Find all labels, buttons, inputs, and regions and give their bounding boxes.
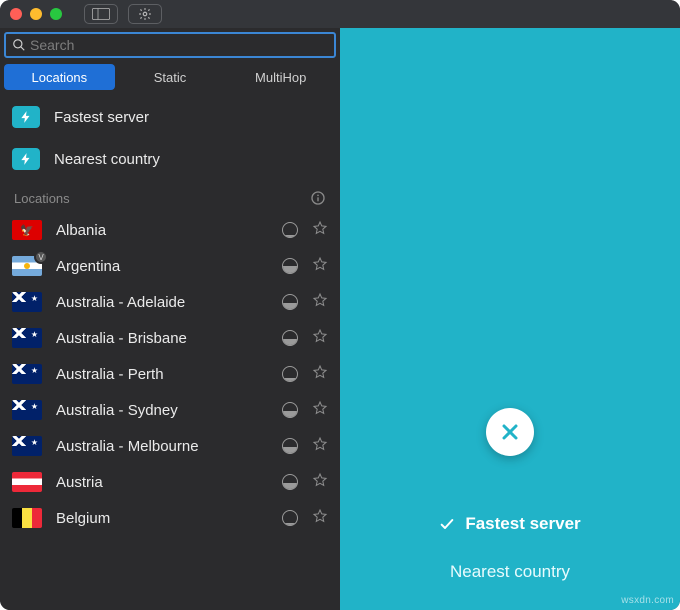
tab-label: Locations	[32, 70, 88, 85]
favorite-star-icon[interactable]	[312, 400, 328, 420]
location-actions	[282, 436, 328, 456]
quick-nearest-country[interactable]: Nearest country	[0, 138, 340, 180]
location-row[interactable]: V Argentina	[0, 248, 340, 284]
watermark: wsxdn.com	[621, 595, 674, 606]
location-row[interactable]: Australia - Adelaide	[0, 284, 340, 320]
load-indicator	[282, 474, 298, 490]
window-maximize-button[interactable]	[50, 8, 62, 20]
location-actions	[282, 256, 328, 276]
quick-item-label: Fastest server	[54, 109, 149, 126]
load-indicator	[282, 258, 298, 274]
location-actions	[282, 328, 328, 348]
location-name: Australia - Sydney	[56, 402, 268, 419]
bolt-icon	[12, 148, 40, 170]
location-row[interactable]: 🦅 Albania	[0, 212, 340, 248]
favorite-star-icon[interactable]	[312, 508, 328, 528]
flag-icon	[12, 400, 42, 420]
panel-option-nearest[interactable]: Nearest country	[450, 548, 570, 596]
location-actions	[282, 472, 328, 492]
quick-fastest-server[interactable]: Fastest server	[0, 96, 340, 138]
section-title: Locations	[14, 191, 70, 206]
sidebar-icon	[92, 8, 110, 20]
favorite-star-icon[interactable]	[312, 472, 328, 492]
flag-icon	[12, 472, 42, 492]
location-name: Albania	[56, 222, 268, 239]
load-indicator	[282, 510, 298, 526]
location-row[interactable]: Australia - Melbourne	[0, 428, 340, 464]
tab-static[interactable]: Static	[115, 64, 226, 90]
location-actions	[282, 292, 328, 312]
right-panel: Fastest server Nearest country wsxdn.com	[340, 28, 680, 610]
tabs: Locations Static MultiHop	[4, 64, 336, 90]
settings-button[interactable]	[128, 4, 162, 24]
location-name: Australia - Perth	[56, 366, 268, 383]
titlebar	[0, 0, 680, 28]
location-name: Australia - Adelaide	[56, 294, 268, 311]
load-indicator	[282, 330, 298, 346]
location-name: Australia - Brisbane	[56, 330, 268, 347]
location-name: Belgium	[56, 510, 268, 527]
app-window: Locations Static MultiHop Fastest server…	[0, 0, 680, 610]
favorite-star-icon[interactable]	[312, 220, 328, 240]
gear-icon	[138, 7, 152, 21]
bolt-icon	[12, 106, 40, 128]
location-row[interactable]: Australia - Perth	[0, 356, 340, 392]
tab-label: MultiHop	[255, 70, 306, 85]
location-actions	[282, 400, 328, 420]
location-row[interactable]: Austria	[0, 464, 340, 500]
panel-option-label: Nearest country	[450, 562, 570, 582]
quick-item-label: Nearest country	[54, 151, 160, 168]
load-indicator	[282, 294, 298, 310]
location-name: Argentina	[56, 258, 268, 275]
location-badge: V	[34, 250, 48, 264]
flag-icon: 🦅	[12, 220, 42, 240]
search-icon	[12, 38, 26, 52]
load-indicator	[282, 402, 298, 418]
location-name: Austria	[56, 474, 268, 491]
load-indicator	[282, 438, 298, 454]
search-input[interactable]	[26, 37, 328, 53]
tab-label: Static	[154, 70, 187, 85]
flag-icon	[12, 292, 42, 312]
load-indicator	[282, 222, 298, 238]
location-actions	[282, 508, 328, 528]
location-actions	[282, 364, 328, 384]
location-row[interactable]: Australia - Sydney	[0, 392, 340, 428]
check-icon	[439, 516, 455, 532]
left-panel: Locations Static MultiHop Fastest server…	[0, 28, 340, 610]
flag-icon	[12, 436, 42, 456]
location-name: Australia - Melbourne	[56, 438, 268, 455]
tab-locations[interactable]: Locations	[4, 64, 115, 90]
favorite-star-icon[interactable]	[312, 328, 328, 348]
favorite-star-icon[interactable]	[312, 436, 328, 456]
tab-multihop[interactable]: MultiHop	[225, 64, 336, 90]
search-bar[interactable]	[4, 32, 336, 58]
window-minimize-button[interactable]	[30, 8, 42, 20]
sidebar-toggle-button[interactable]	[84, 4, 118, 24]
location-row[interactable]: Belgium	[0, 500, 340, 536]
flag-icon	[12, 508, 42, 528]
content-area: Locations Static MultiHop Fastest server…	[0, 28, 680, 610]
favorite-star-icon[interactable]	[312, 364, 328, 384]
close-icon	[498, 420, 522, 444]
flag-icon	[12, 364, 42, 384]
location-list: 🦅 Albania V Argentina Australia - Adelaide Au…	[0, 212, 340, 610]
favorite-star-icon[interactable]	[312, 256, 328, 276]
load-indicator	[282, 366, 298, 382]
location-row[interactable]: Australia - Brisbane	[0, 320, 340, 356]
quick-list: Fastest server Nearest country	[0, 90, 340, 184]
panel-option-fastest[interactable]: Fastest server	[439, 500, 580, 548]
location-actions	[282, 220, 328, 240]
favorite-star-icon[interactable]	[312, 292, 328, 312]
disconnect-button[interactable]	[486, 408, 534, 456]
info-icon[interactable]	[310, 190, 326, 206]
flag-icon: V	[12, 256, 42, 276]
flag-icon	[12, 328, 42, 348]
window-close-button[interactable]	[10, 8, 22, 20]
panel-option-label: Fastest server	[465, 514, 580, 534]
section-header: Locations	[0, 184, 340, 212]
